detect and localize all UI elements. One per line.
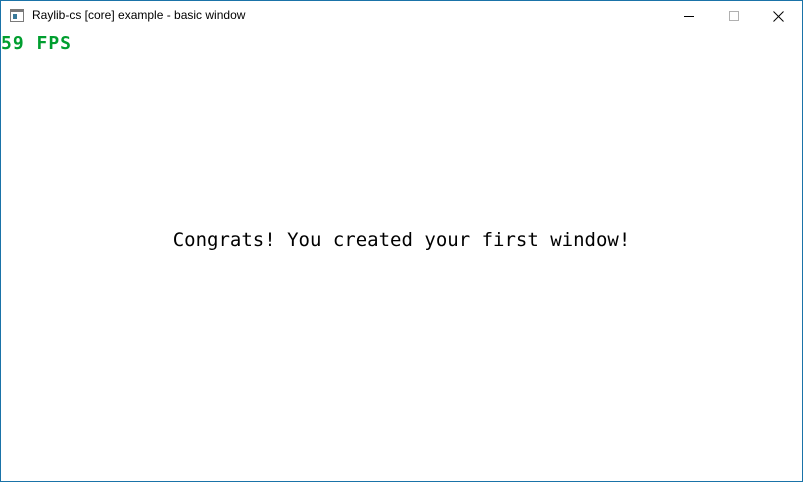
app-window-icon[interactable] [10, 9, 24, 22]
congrats-message: Congrats! You created your first window! [172, 229, 631, 251]
app-window: Raylib-cs [core] example - basic window … [0, 0, 803, 482]
close-button[interactable] [756, 1, 801, 32]
close-icon [773, 11, 784, 22]
window-title: Raylib-cs [core] example - basic window [32, 8, 246, 22]
fps-counter: 59 FPS [1, 33, 73, 54]
maximize-button[interactable] [711, 1, 756, 32]
render-canvas: 59 FPS Congrats! You created your first … [1, 32, 802, 481]
maximize-icon [729, 11, 739, 21]
minimize-button[interactable] [666, 1, 711, 32]
title-bar[interactable]: Raylib-cs [core] example - basic window [1, 1, 802, 32]
minimize-icon [684, 16, 694, 17]
